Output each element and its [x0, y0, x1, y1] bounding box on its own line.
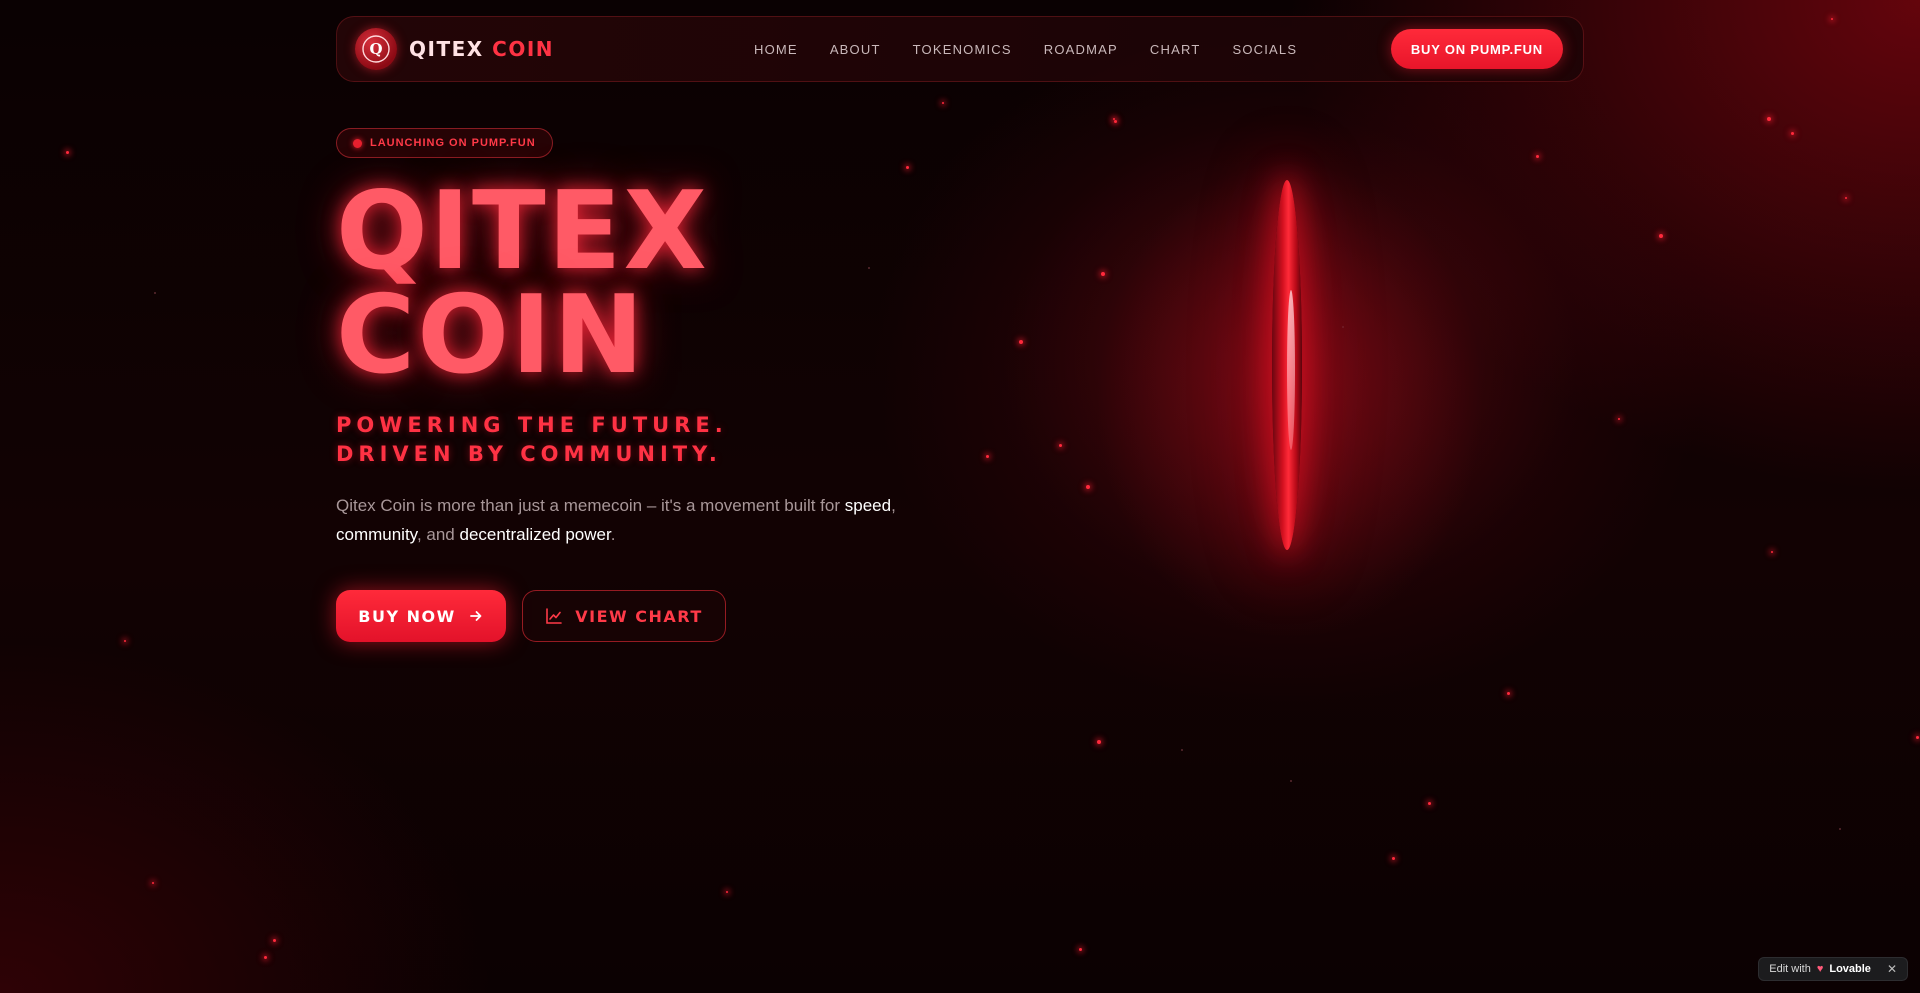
edit-with-lovable-badge[interactable]: Edit with ♥ Lovable ✕	[1758, 957, 1908, 981]
nav-link-home[interactable]: HOME	[754, 42, 798, 57]
particle-field	[0, 0, 1920, 993]
hero-description: Qitex Coin is more than just a memecoin …	[336, 496, 896, 544]
top-navbar: Q QITEX COIN HOME ABOUT TOKENOMICS ROADM…	[336, 16, 1584, 82]
hero-title: QITEX COIN	[336, 169, 709, 398]
lovable-brand-text: Lovable	[1829, 963, 1871, 975]
hero-title-line-1: QITEX	[336, 169, 709, 294]
close-icon[interactable]: ✕	[1887, 962, 1897, 976]
launch-status-text: LAUNCHING ON PUMP.FUN	[370, 137, 536, 149]
lovable-heart-icon: ♥	[1816, 963, 1824, 975]
coin-emblem-edge	[1287, 290, 1295, 450]
view-chart-label: VIEW CHART	[575, 606, 703, 626]
tagline-line-2: DRIVEN BY COMMUNITY.	[336, 442, 722, 466]
edit-with-text: Edit with	[1769, 963, 1811, 975]
view-chart-button[interactable]: VIEW CHART	[522, 590, 726, 642]
nav-link-tokenomics[interactable]: TOKENOMICS	[913, 42, 1012, 57]
nav-link-roadmap[interactable]: ROADMAP	[1044, 42, 1118, 57]
status-dot-icon	[353, 138, 362, 148]
nav-link-chart[interactable]: CHART	[1150, 42, 1201, 57]
hero-tagline: POWERING THE FUTURE. DRIVEN BY COMMUNITY…	[336, 411, 728, 469]
chart-line-icon	[546, 608, 563, 624]
nav-link-socials[interactable]: SOCIALS	[1232, 42, 1297, 57]
hero-title-line-2: COIN	[336, 273, 646, 398]
buy-now-button[interactable]: BUY NOW	[336, 590, 506, 642]
nav-links: HOME ABOUT TOKENOMICS ROADMAP CHART SOCI…	[754, 42, 1297, 57]
launch-status-pill: LAUNCHING ON PUMP.FUN	[336, 128, 553, 158]
buy-on-pumpfun-button[interactable]: BUY ON PUMP.FUN	[1390, 29, 1563, 69]
arrow-right-icon	[469, 611, 482, 621]
tagline-line-1: POWERING THE FUTURE.	[336, 413, 728, 437]
brand[interactable]: Q QITEX COIN	[355, 28, 554, 70]
nav-link-about[interactable]: ABOUT	[830, 42, 881, 57]
buy-now-label: BUY NOW	[358, 606, 456, 626]
logo-icon: Q	[355, 28, 397, 70]
svg-text:Q: Q	[369, 40, 382, 58]
brand-name: QITEX COIN	[409, 37, 554, 61]
